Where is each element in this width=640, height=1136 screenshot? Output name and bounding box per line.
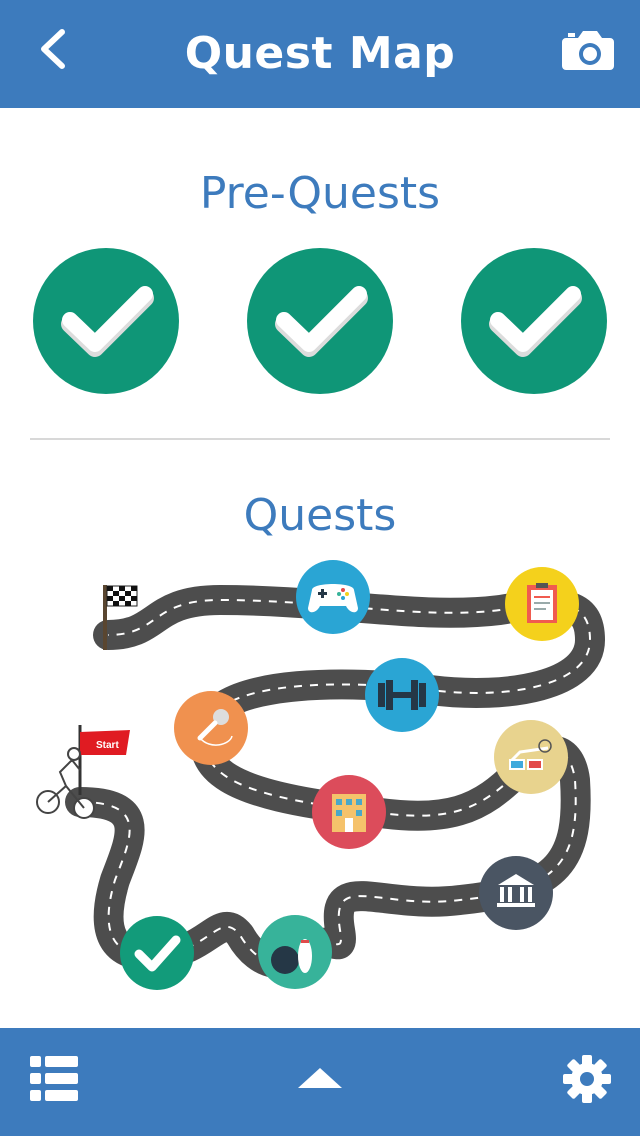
quest-node-3d-glasses[interactable] [494,720,568,794]
pre-quests-title: Pre-Quests [199,168,441,219]
expand-up-button[interactable] [294,1064,346,1094]
camera-button[interactable] [560,24,616,74]
quest-map: Start [0,540,640,1028]
list-button[interactable] [28,1054,80,1104]
quest-node-microphone[interactable] [174,691,248,765]
section-divider [30,438,610,440]
quest-node-completed[interactable] [120,916,194,990]
checkmark-icon [33,248,179,394]
quest-node-museum[interactable] [479,856,553,930]
bottom-bar [0,1028,640,1136]
quest-node-clipboard[interactable] [505,567,579,641]
gear-icon [563,1055,611,1103]
quest-node-bowling[interactable] [258,915,332,989]
camera-icon [562,31,614,70]
triangle-up-icon [298,1068,342,1088]
building-icon [332,794,366,832]
quest-node-building[interactable] [312,775,386,849]
pre-quest-1-completed[interactable] [33,248,179,394]
quest-node-gamepad[interactable] [296,560,370,634]
settings-button[interactable] [560,1052,614,1106]
top-bar: Quest Map [0,0,640,108]
clipboard-icon [527,583,557,623]
pre-quest-2-completed[interactable] [247,248,393,394]
start-label: Start [96,740,119,751]
quests-title: Quests [243,490,397,541]
checkmark-icon [461,248,607,394]
page-title: Quest Map [184,28,456,79]
quest-node-dumbbell[interactable] [365,658,439,732]
pre-quest-3-completed[interactable] [461,248,607,394]
list-icon [30,1056,78,1101]
checkmark-icon [247,248,393,394]
